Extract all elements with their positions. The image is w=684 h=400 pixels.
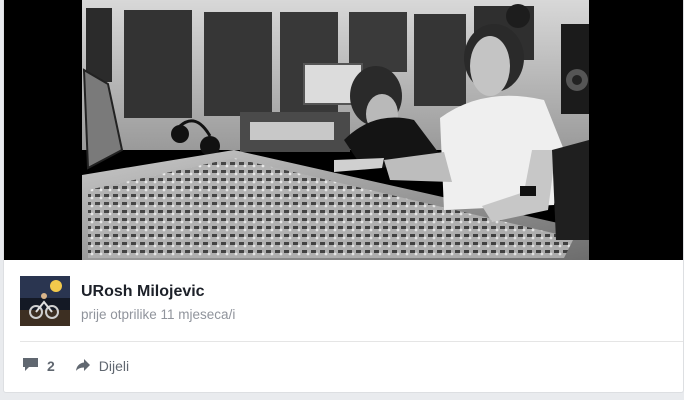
comment-count: 2: [47, 358, 55, 374]
share-arrow-icon: [75, 358, 91, 375]
share-label: Dijeli: [98, 358, 130, 374]
author-name[interactable]: URosh Milojevic: [81, 282, 235, 301]
comment-icon: [22, 357, 39, 375]
post-author: URosh Milojevic prije otprilike 11 mjese…: [20, 276, 235, 326]
author-avatar[interactable]: [20, 276, 70, 326]
studio-photo-illustration: [4, 0, 683, 260]
share-button[interactable]: Dijeli: [75, 358, 129, 375]
author-meta: URosh Milojevic prije otprilike 11 mjese…: [81, 282, 235, 323]
post-timestamp[interactable]: prije otprilike 11 mjeseca/i: [81, 307, 235, 323]
post-actions: 2 Dijeli: [22, 357, 129, 375]
divider: [20, 341, 683, 342]
avatar-image: [20, 276, 70, 326]
post-photo[interactable]: [4, 0, 683, 260]
comment-button[interactable]: 2: [22, 357, 55, 375]
post-card: URosh Milojevic prije otprilike 11 mjese…: [3, 0, 684, 393]
